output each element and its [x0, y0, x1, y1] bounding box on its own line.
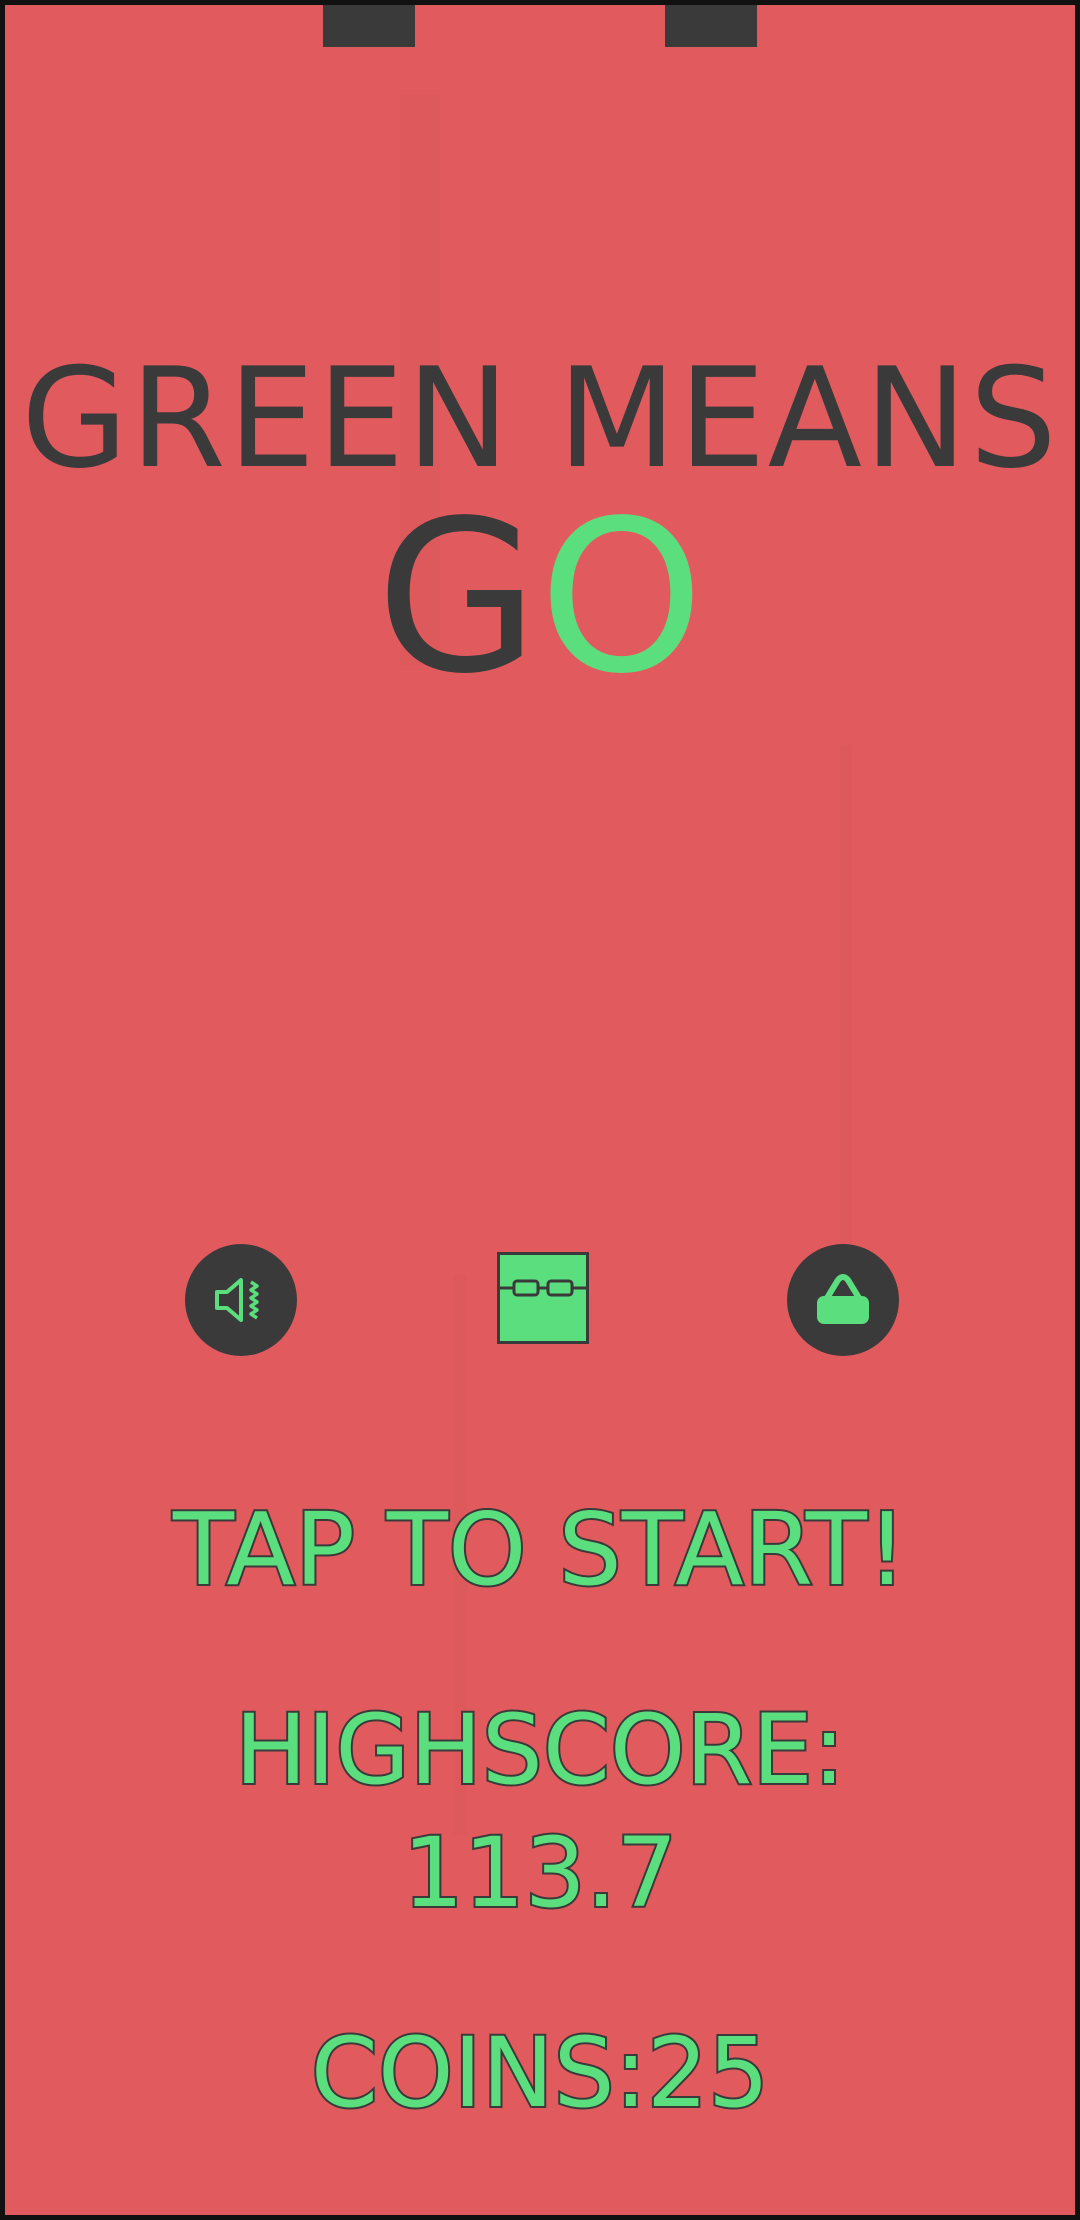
game-title-go-g: G	[375, 475, 539, 720]
shop-bag-icon	[817, 1274, 869, 1324]
character-select-button[interactable]	[497, 1252, 589, 1344]
speaker-icon	[215, 1278, 259, 1322]
background-streak	[840, 745, 852, 1285]
highscore-value: 113.7	[401, 1817, 680, 1929]
highscore-label: HIGHSCORE:	[233, 1694, 847, 1806]
tap-to-start-prompt[interactable]: TAP TO START!	[5, 1498, 1075, 1602]
coins-counter: COINS:25	[309, 2017, 771, 2129]
glasses-character-icon	[500, 1279, 586, 1297]
top-obstacle-right	[665, 5, 757, 47]
game-title-go-o: O	[538, 475, 705, 720]
game-title-go: GO	[5, 493, 1075, 703]
sound-button[interactable]	[185, 1244, 297, 1356]
game-title-line1: GREEN MEANS	[21, 338, 1059, 499]
game-screen[interactable]: GREEN MEANS GO TAP TO START! HIGHSCORE: …	[0, 0, 1080, 2220]
shop-button[interactable]	[787, 1244, 899, 1356]
top-obstacle-left	[323, 5, 415, 47]
